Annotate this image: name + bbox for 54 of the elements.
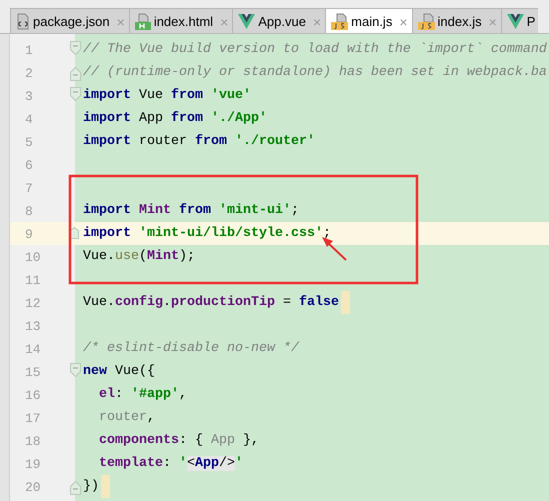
code-line: import Vue from 'vue' bbox=[83, 87, 251, 105]
code-line: import router from './router' bbox=[83, 133, 315, 151]
line-number: 8 bbox=[25, 204, 33, 219]
code-line: import App from './App' bbox=[83, 110, 267, 128]
line-number: 16 bbox=[25, 388, 41, 403]
line-number: 13 bbox=[25, 319, 41, 334]
line-number: 15 bbox=[25, 365, 41, 380]
fold-icon[interactable] bbox=[70, 41, 81, 55]
line-number: 5 bbox=[25, 135, 33, 150]
fold-icon[interactable] bbox=[70, 481, 81, 495]
file-tab[interactable]: main.js × bbox=[325, 8, 412, 33]
tab-label: main.js bbox=[351, 12, 392, 31]
code-line: components: { App }, bbox=[98, 432, 259, 450]
line-number: 12 bbox=[25, 296, 41, 311]
line-number: 1 bbox=[25, 43, 33, 58]
file-tab[interactable]: index.js × bbox=[412, 8, 501, 33]
line-number: 3 bbox=[25, 89, 33, 104]
file-tab[interactable]: package.json × bbox=[10, 8, 129, 33]
line-number: 14 bbox=[25, 342, 41, 357]
code-line: import Mint from 'mint-ui'; bbox=[83, 202, 299, 220]
code-line: /* eslint-disable no-new */ bbox=[83, 340, 299, 358]
file-tab[interactable]: P bbox=[500, 8, 538, 33]
line-number: 10 bbox=[25, 250, 41, 265]
line-number: 2 bbox=[25, 66, 33, 81]
tab-label: index.js bbox=[438, 12, 482, 31]
fold-icon[interactable] bbox=[70, 87, 81, 101]
tab-label: P bbox=[526, 12, 536, 31]
code-line: el: '#app', bbox=[98, 386, 187, 404]
code-line: template: '<App/>' bbox=[98, 455, 243, 473]
line-number: 4 bbox=[25, 112, 33, 127]
file-tab[interactable]: App.vue × bbox=[232, 8, 326, 33]
tab-label: index.html bbox=[154, 12, 214, 31]
code-line: new Vue({ bbox=[83, 363, 155, 381]
code-line: Vue.use(Mint); bbox=[83, 248, 195, 266]
file-tab[interactable]: index.html × bbox=[128, 8, 232, 33]
tab-label: App.vue bbox=[258, 12, 306, 31]
line-number: 20 bbox=[25, 480, 41, 495]
code-line: import 'mint-ui/lib/style.css'; bbox=[83, 225, 331, 243]
line-number: 9 bbox=[25, 227, 33, 242]
code-line: Vue.config.productionTip = false bbox=[83, 294, 339, 312]
line-number: 18 bbox=[25, 434, 41, 449]
line-number: 6 bbox=[25, 158, 33, 173]
line-number: 19 bbox=[25, 457, 41, 472]
line-number: 17 bbox=[25, 411, 41, 426]
arrow bbox=[322, 237, 347, 261]
code-line: // (runtime-only or standalone) has been set in webpack.ba bbox=[83, 64, 547, 82]
line-number: 7 bbox=[25, 181, 33, 196]
line-number: 11 bbox=[25, 273, 41, 288]
fold-icon[interactable] bbox=[70, 363, 81, 377]
code-line: router, bbox=[98, 409, 155, 427]
fold-icon[interactable] bbox=[70, 67, 81, 81]
code-line: // The Vue build version to load with the `import` command bbox=[83, 41, 547, 59]
tab-label: package.json bbox=[33, 12, 110, 31]
code-line: }) bbox=[83, 478, 99, 496]
